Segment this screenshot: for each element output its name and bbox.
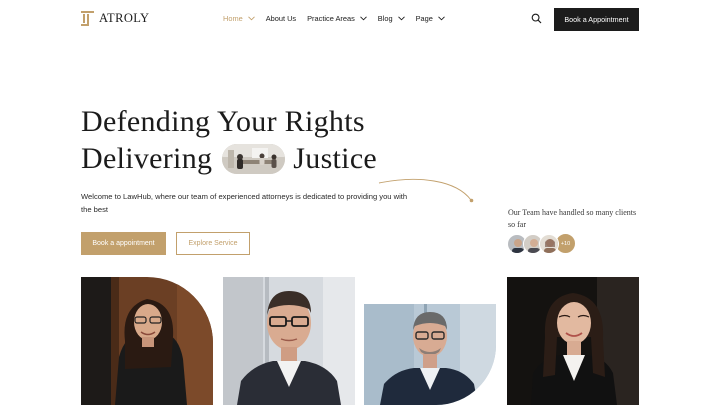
hero-headline-line-1: Defending Your Rights (81, 105, 365, 138)
search-button[interactable] (531, 13, 542, 24)
chevron-down-icon (397, 16, 405, 21)
office-meeting-image (222, 144, 286, 174)
explore-service-button[interactable]: Explore Service (176, 232, 250, 255)
chevron-down-icon (438, 16, 445, 21)
nav-item-label: About Us (265, 14, 297, 23)
chevron-down-icon (247, 16, 255, 21)
attorney-photo-1 (81, 277, 213, 405)
hero-intro-text: Welcome to LawHub, where our team of exp… (81, 192, 408, 214)
nav-item-label: Home (223, 14, 243, 23)
nav-item-home[interactable]: Home (223, 14, 255, 23)
nav-item-label: Blog (377, 14, 393, 23)
attorney-photo-3 (364, 304, 496, 405)
nav-item-blog[interactable]: Blog (378, 14, 405, 23)
pillar-logo-icon (81, 11, 94, 26)
chevron-down-icon (359, 16, 367, 21)
top-navigation: ATROLY Home About Us Practice Areas Blog… (0, 0, 720, 38)
search-icon (531, 13, 542, 24)
nav-item-label: Page (415, 14, 433, 23)
main-menu: Home About Us Practice Areas Blog Page (223, 14, 456, 23)
brand-name: ATROLY (99, 11, 150, 25)
brand-logo[interactable]: ATROLY (81, 11, 149, 26)
client-avatars: +10 (507, 233, 576, 254)
decorative-curve-arrow (378, 178, 474, 203)
nav-item-page[interactable]: Page (416, 14, 445, 23)
book-appointment-hero-button[interactable]: Book a appointment (81, 232, 166, 255)
hero-headline-line-2: Delivering Justice (81, 141, 377, 177)
attorney-photo-4 (507, 277, 639, 405)
nav-item-practice-areas[interactable]: Practice Areas (307, 14, 367, 23)
headline-word: Delivering (81, 142, 213, 175)
headline-word: Justice (293, 142, 378, 175)
book-appointment-button[interactable]: Book a Appointment (554, 8, 639, 31)
nav-item-about-us[interactable]: About Us (266, 14, 296, 23)
nav-item-label: Practice Areas (307, 14, 355, 23)
attorney-photo-2 (223, 277, 355, 405)
avatar (539, 233, 559, 254)
team-stat-text: Our Team have handled so many clients so… (508, 208, 637, 229)
